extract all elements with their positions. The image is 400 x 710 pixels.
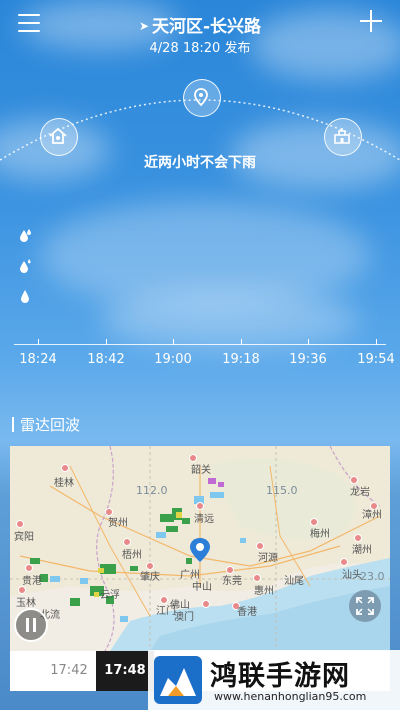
map-city-label: 贺州 bbox=[108, 518, 128, 529]
timeline-label: 19:54 bbox=[357, 352, 395, 367]
timeline-label: 19:00 bbox=[154, 352, 192, 367]
city-marker bbox=[25, 564, 33, 572]
longitude-label: 112.0 bbox=[136, 484, 168, 497]
map-city-label: 江门 bbox=[156, 606, 176, 617]
expand-icon bbox=[356, 597, 374, 615]
city-marker bbox=[196, 502, 204, 510]
landmark-icon bbox=[334, 128, 350, 144]
title-accent-bar bbox=[12, 417, 14, 432]
longitude-label: 115.0 bbox=[266, 484, 298, 497]
city-marker bbox=[16, 520, 24, 528]
map-city-label: 香港 bbox=[237, 607, 257, 618]
radar-map[interactable]: 桂林 韶关 龙岩 贺州 清远 梅州 宾阳 梧州 河源 潮州 贵港 肇庆 广州 东… bbox=[10, 446, 390, 651]
map-city-label: 汕尾 bbox=[284, 576, 304, 587]
timeline-tick bbox=[173, 339, 174, 345]
timeline-tick bbox=[106, 339, 107, 345]
home-icon bbox=[49, 127, 67, 144]
map-city-label: 梅州 bbox=[310, 529, 330, 540]
map-city-label: 漳州 bbox=[362, 510, 382, 521]
map-city-label: 惠州 bbox=[254, 586, 274, 597]
city-marker bbox=[123, 538, 131, 546]
city-marker bbox=[340, 558, 348, 566]
map-city-label: 玉林 bbox=[16, 598, 36, 609]
watermark-title: 鸿联手游网 bbox=[210, 661, 350, 692]
timeline-label: 18:42 bbox=[87, 352, 125, 367]
map-city-label: 梧州 bbox=[122, 550, 142, 561]
heavy-rain-icon bbox=[20, 229, 31, 242]
radar-frame-time-current[interactable]: 17:48 bbox=[96, 651, 154, 691]
location-node[interactable] bbox=[183, 79, 221, 117]
map-city-label: 宾阳 bbox=[14, 532, 34, 543]
radar-frame-time[interactable]: 17:42 bbox=[42, 651, 96, 691]
city-marker bbox=[61, 464, 69, 472]
timeline-tick bbox=[376, 339, 377, 345]
rain-forecast-summary: 近两小时不会下雨 bbox=[144, 155, 256, 171]
map-city-label: 潮州 bbox=[352, 545, 372, 556]
map-city-label: 贵港 bbox=[22, 576, 42, 587]
timeline-label: 18:24 bbox=[19, 352, 57, 367]
map-city-label: 肇庆 bbox=[140, 572, 160, 583]
location-pin-icon bbox=[194, 88, 208, 107]
map-city-label: 汕头 bbox=[342, 570, 362, 581]
watermark: 鸿联手游网 www.henanhonglian95.com bbox=[148, 650, 400, 710]
timeline-label: 19:18 bbox=[222, 352, 260, 367]
watermark-logo bbox=[154, 656, 202, 704]
radar-section-title: 雷达回波 bbox=[12, 414, 80, 435]
map-city-label: 澳门 bbox=[174, 612, 194, 623]
pause-button[interactable] bbox=[14, 608, 48, 642]
home-node[interactable] bbox=[40, 118, 78, 156]
city-marker bbox=[202, 600, 210, 608]
map-city-label: 桂林 bbox=[54, 478, 74, 489]
map-city-label: 河源 bbox=[258, 553, 278, 564]
watermark-url: www.henanhonglian95.com bbox=[214, 690, 367, 703]
timeline-label: 19:36 bbox=[289, 352, 327, 367]
map-city-label: 韶关 bbox=[191, 465, 211, 476]
city-marker bbox=[253, 574, 261, 582]
latitude-label: 23.0 bbox=[360, 570, 385, 583]
timeline-tick bbox=[308, 339, 309, 345]
light-rain-icon bbox=[21, 290, 29, 303]
timeline-tick bbox=[38, 339, 39, 345]
map-city-label: 东莞 bbox=[222, 576, 242, 587]
fullscreen-button[interactable] bbox=[349, 590, 381, 622]
city-marker bbox=[18, 586, 26, 594]
moderate-rain-icon bbox=[20, 259, 31, 273]
timeline-axis bbox=[14, 344, 386, 345]
map-city-label: 清远 bbox=[194, 514, 214, 525]
landmark-node[interactable] bbox=[324, 118, 362, 156]
map-city-label: 龙岩 bbox=[350, 487, 370, 498]
map-city-label: 云浮 bbox=[100, 590, 120, 601]
timeline-tick bbox=[241, 339, 242, 345]
map-city-label: 中山 bbox=[192, 582, 212, 593]
